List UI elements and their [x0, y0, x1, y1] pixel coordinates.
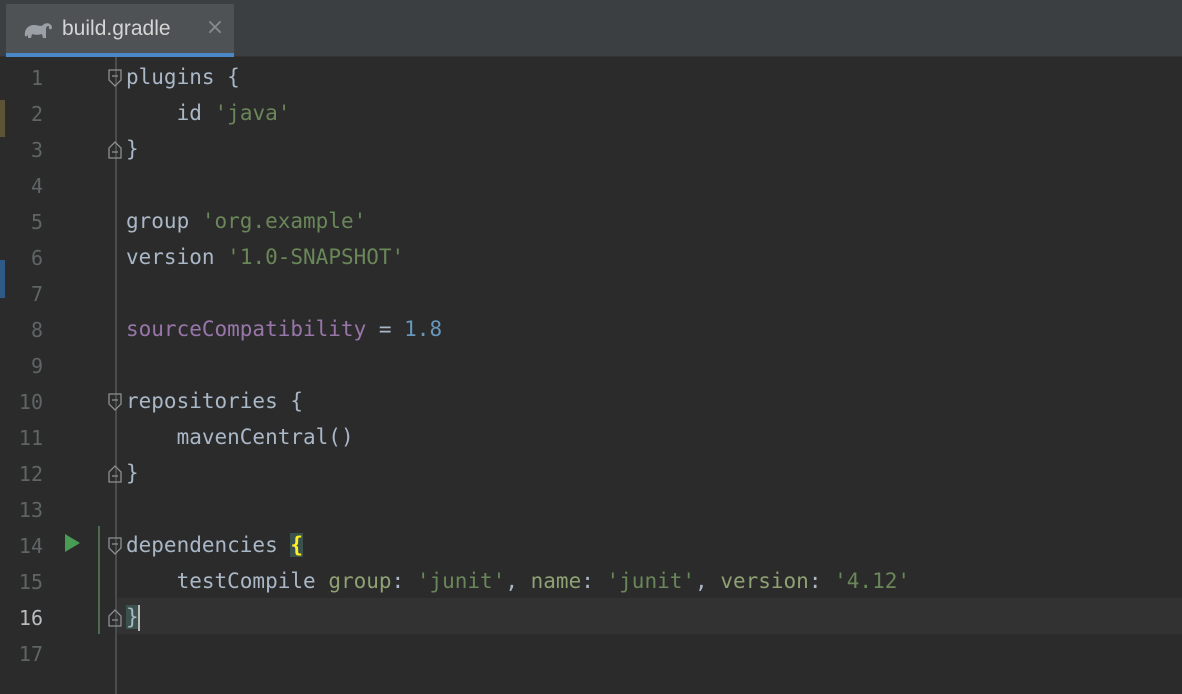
code-line-14[interactable]: dependencies {: [126, 527, 304, 563]
ide-editor-window: build.gradle × 1 2 3 4 5 6 7 8 9 10 11 1…: [0, 0, 1182, 694]
line-number: 14: [18, 534, 43, 558]
string-token: '1.0-SNAPSHOT': [227, 245, 405, 269]
code-line-8[interactable]: sourceCompatibility = 1.8: [126, 311, 442, 347]
param-name-token: name: [530, 569, 582, 593]
line-number: 17: [18, 642, 43, 666]
line-number: 6: [30, 246, 43, 270]
param-name-token: version: [720, 569, 809, 593]
code-line-10[interactable]: repositories {: [126, 383, 303, 419]
line-number: 15: [18, 570, 43, 594]
code-line-5[interactable]: group 'org.example': [126, 203, 366, 239]
line-number: 10: [18, 390, 43, 414]
code-line-15[interactable]: testCompile group: 'junit', name: 'junit…: [126, 563, 910, 599]
string-token: 'junit': [606, 569, 696, 593]
line-number: 5: [30, 210, 43, 234]
call-token: testCompile: [176, 569, 316, 593]
line-number: 7: [30, 282, 43, 306]
line-number: 8: [30, 318, 43, 342]
string-token: '4.12': [834, 569, 910, 593]
tab-label: build.gradle: [62, 17, 171, 40]
keyword-token: id: [176, 101, 202, 125]
code-line-1[interactable]: plugins {: [126, 59, 240, 95]
code-line-2[interactable]: id 'java': [126, 95, 291, 131]
tab-build-gradle[interactable]: build.gradle ×: [6, 4, 234, 57]
line-number: 2: [30, 102, 43, 126]
line-number: 4: [30, 174, 43, 198]
operator-token: =: [366, 317, 405, 341]
call-token: mavenCentral(): [176, 425, 354, 449]
string-token: 'junit': [416, 569, 506, 593]
param-name-token: group: [328, 569, 392, 593]
gradle-elephant-icon: [24, 23, 52, 38]
line-number: 12: [18, 462, 43, 486]
number-token: 1.8: [404, 317, 443, 341]
brace-token: }: [126, 461, 139, 485]
editor-tab-bar: build.gradle ×: [0, 0, 1182, 57]
keyword-token: plugins: [126, 65, 215, 89]
code-line-11[interactable]: mavenCentral(): [126, 419, 354, 455]
string-token: 'java': [214, 101, 291, 125]
brace-token: }: [126, 137, 139, 161]
line-number: 13: [18, 498, 43, 522]
code-line-16[interactable]: }: [126, 599, 140, 635]
code-line-6[interactable]: version '1.0-SNAPSHOT': [126, 239, 404, 275]
code-line-12[interactable]: }: [126, 455, 139, 491]
brace-token: {: [214, 65, 240, 89]
code-line-3[interactable]: }: [126, 131, 139, 167]
keyword-token: group: [126, 209, 190, 233]
line-number-current: 16: [18, 606, 43, 630]
keyword-token: dependencies: [126, 533, 278, 557]
line-number: 1: [30, 66, 43, 90]
string-token: 'org.example': [201, 209, 367, 233]
keyword-token: repositories: [126, 389, 278, 413]
property-token: sourceCompatibility: [126, 317, 367, 341]
matched-brace-token: {: [290, 533, 304, 557]
line-number: 11: [18, 426, 43, 450]
line-number: 9: [30, 354, 43, 378]
line-number: 3: [30, 138, 43, 162]
brace-token: {: [277, 389, 304, 413]
keyword-token: version: [126, 245, 215, 269]
close-icon[interactable]: ×: [204, 17, 226, 39]
vcs-change-marker[interactable]: [98, 526, 100, 634]
text-caret: [137, 605, 140, 631]
run-play-icon[interactable]: [63, 533, 81, 553]
